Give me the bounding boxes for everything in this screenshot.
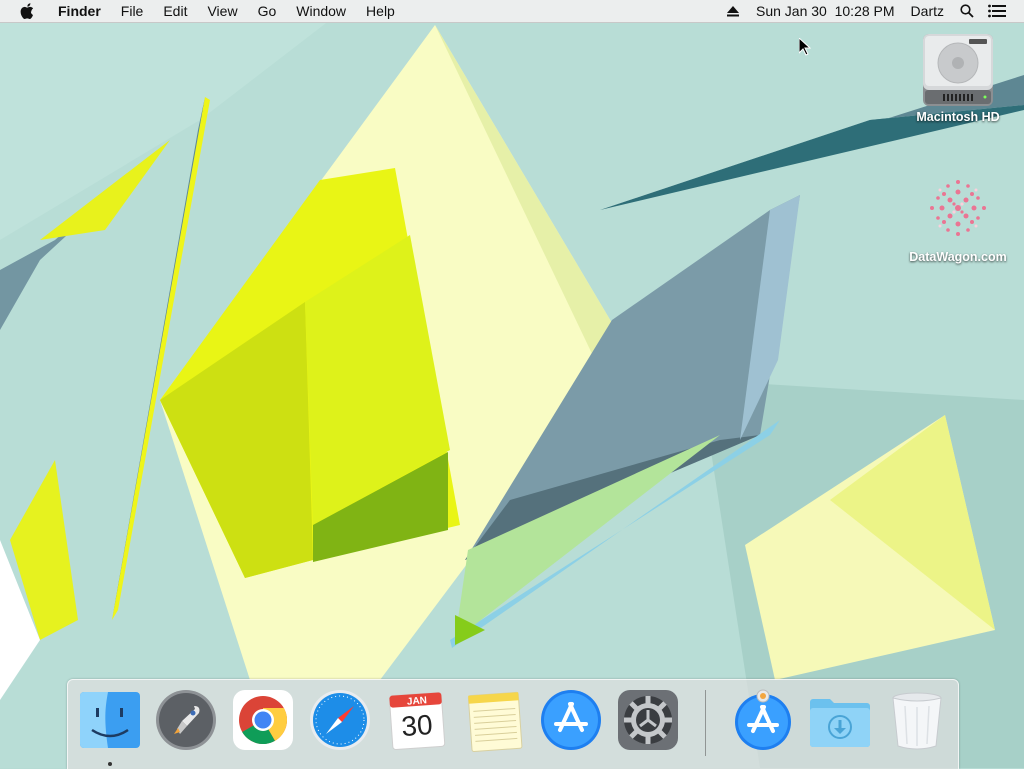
safari-compass-icon bbox=[310, 690, 370, 750]
menu-file[interactable]: File bbox=[111, 0, 154, 22]
dock-safari[interactable] bbox=[308, 688, 372, 752]
dock-launchpad[interactable] bbox=[154, 688, 218, 752]
finder-icon bbox=[80, 692, 140, 748]
menu-app-name[interactable]: Finder bbox=[50, 0, 111, 22]
notification-center-icon[interactable] bbox=[986, 0, 1008, 22]
eject-icon[interactable] bbox=[722, 0, 744, 22]
dock-notes[interactable] bbox=[462, 688, 526, 752]
dock-app-store[interactable] bbox=[539, 688, 603, 752]
dock-trash[interactable] bbox=[885, 688, 949, 752]
app-store-icon bbox=[541, 690, 601, 750]
menu-window[interactable]: Window bbox=[286, 0, 356, 22]
desktop-icon-datawagon[interactable]: DataWagon.com bbox=[903, 170, 1013, 264]
dock-system-preferences[interactable] bbox=[616, 688, 680, 752]
dock-finder[interactable] bbox=[78, 688, 142, 752]
menu-view[interactable]: View bbox=[197, 0, 247, 22]
launchpad-rocket-icon bbox=[156, 690, 216, 750]
menu-help[interactable]: Help bbox=[356, 0, 405, 22]
trash-icon bbox=[892, 692, 942, 750]
dock-separator bbox=[705, 690, 706, 756]
desktop-icon-label: DataWagon.com bbox=[909, 250, 1007, 264]
dock-chrome[interactable] bbox=[231, 688, 295, 752]
dock-app-store-installer[interactable] bbox=[731, 688, 795, 752]
menu-edit[interactable]: Edit bbox=[153, 0, 197, 22]
apple-icon[interactable] bbox=[18, 0, 36, 22]
notes-icon bbox=[467, 691, 523, 752]
dock: JAN 30 bbox=[67, 679, 959, 769]
menubar-clock[interactable]: Sun Jan 30 10:28 PM bbox=[748, 0, 903, 22]
mouse-cursor-icon bbox=[799, 38, 811, 56]
calendar-day: 30 bbox=[400, 708, 434, 743]
running-indicator bbox=[108, 762, 112, 766]
desktop-icon-label: Macintosh HD bbox=[916, 110, 1000, 124]
hard-drive-icon bbox=[920, 30, 996, 106]
network-volume-icon bbox=[920, 170, 996, 246]
chrome-icon bbox=[233, 690, 293, 750]
spotlight-search-icon[interactable] bbox=[956, 0, 978, 22]
menubar-user[interactable]: Dartz bbox=[903, 0, 952, 22]
dock-downloads-folder[interactable] bbox=[808, 688, 872, 752]
gear-icon bbox=[618, 690, 678, 750]
desktop-icon-macintosh-hd[interactable]: Macintosh HD bbox=[903, 30, 1013, 124]
downloads-folder-icon bbox=[810, 699, 870, 747]
desktop-wallpaper bbox=[0, 0, 1024, 768]
dock-calendar[interactable]: JAN 30 bbox=[385, 688, 449, 752]
menu-bar: Finder File Edit View Go Window Help Sun… bbox=[0, 0, 1024, 23]
menu-go[interactable]: Go bbox=[248, 0, 287, 22]
app-store-download-icon bbox=[735, 689, 791, 750]
